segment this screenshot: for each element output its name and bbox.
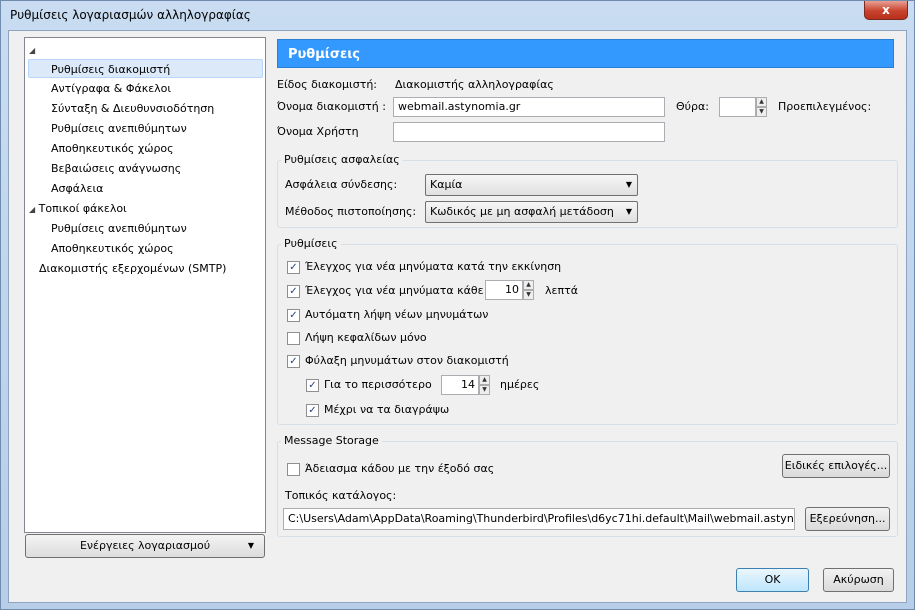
auth-method-value: Κωδικός με μη ασφαλή μετάδοση (430, 205, 614, 218)
empty-trash-label: Άδειασμα κάδου με την έξοδό σας (305, 462, 495, 475)
check-interval-field[interactable]: 10 (485, 280, 523, 300)
account-actions-label: Ενέργειες λογαριασμού (79, 539, 211, 552)
until-delete-checkbox[interactable]: ✓ (306, 404, 319, 417)
expand-twisty-icon[interactable]: ◢ (29, 46, 35, 55)
dropdown-arrow-icon: ▼ (625, 207, 632, 216)
connection-security-value: Καμία (430, 178, 463, 191)
days-spinner[interactable]: ▲ ▼ (479, 375, 490, 395)
days-unit-label: ημέρες (500, 378, 540, 391)
connection-security-label: Ασφάλεια σύνδεσης: (285, 178, 398, 191)
port-field[interactable] (719, 97, 756, 117)
server-name-field[interactable]: webmail.astynomia.gr (393, 97, 665, 117)
tree-item-label: Ασφάλεια (51, 182, 104, 195)
tree-item-local-folders[interactable]: ◢ Τοπικοί φάκελοι (29, 199, 127, 218)
spin-up-icon[interactable]: ▲ (523, 280, 534, 290)
panel-header: Ρυθμίσεις (277, 39, 894, 68)
title-bar: Ρυθμίσεις λογαριασμών αλληλογραφίας x (1, 1, 914, 29)
account-tree[interactable]: ◢ Ρυθμίσεις διακομιστή Αντίγραφα & Φάκελ… (24, 37, 266, 533)
tree-root[interactable]: ◢ (29, 40, 35, 59)
tree-item-server-settings[interactable]: Ρυθμίσεις διακομιστή (28, 59, 263, 78)
local-directory-label: Τοπικός κατάλογος: (285, 489, 397, 502)
tree-item-copies-folders[interactable]: Αντίγραφα & Φάκελοι (51, 79, 171, 98)
port-spinner[interactable]: ▲ ▼ (756, 97, 767, 117)
headers-only-label: Λήψη κεφαλίδων μόνο (305, 331, 427, 344)
tree-item-composition[interactable]: Σύνταξη & Διευθυνσιοδότηση (51, 99, 214, 118)
settings-group-title: Ρυθμίσεις (281, 237, 341, 250)
account-actions-button[interactable]: Ενέργειες λογαριασμού ▼ (25, 534, 265, 558)
check-interval-spinner[interactable]: ▲ ▼ (523, 280, 534, 300)
dialog-window: Ρυθμίσεις λογαριασμών αλληλογραφίας x ◢ … (0, 0, 915, 610)
days-field[interactable]: 14 (441, 375, 479, 395)
ok-button[interactable]: OK (736, 568, 809, 592)
close-button[interactable]: x (864, 1, 908, 20)
leave-on-server-label: Φύλαξη μηνυμάτων στον διακομιστή (305, 354, 509, 367)
tree-item-label: Ρυθμίσεις ανεπιθύμητων (51, 122, 187, 135)
expand-twisty-icon[interactable]: ◢ (29, 205, 35, 214)
cancel-button[interactable]: Ακύρωση (823, 568, 894, 592)
message-storage-title: Message Storage (281, 434, 382, 447)
tree-item-label: Αποθηκευτικός χώρος (51, 242, 174, 255)
server-type-label: Είδος διακομιστή: (277, 78, 377, 91)
window-title: Ρυθμίσεις λογαριασμών αλληλογραφίας (10, 8, 251, 22)
browse-button[interactable]: Εξερεύνηση... (805, 507, 890, 531)
check-startup-label: Έλεγχος για νέα μηνύματα κατά την εκκίνη… (305, 260, 562, 273)
tree-item-smtp[interactable]: Διακομιστής εξερχομένων (SMTP) (39, 259, 226, 278)
tree-item-label: Αποθηκευτικός χώρος (51, 142, 174, 155)
default-port-label: Προεπιλεγμένος: (778, 100, 872, 113)
advanced-options-button[interactable]: Ειδικές επιλογές... (782, 454, 890, 478)
tree-item-label: Αντίγραφα & Φάκελοι (51, 82, 172, 95)
tree-item-label: Ρυθμίσεις διακομιστή (51, 63, 171, 76)
username-label: Όνομα Χρήστη (277, 125, 359, 138)
tree-item-label: Βεβαιώσεις ανάγνωσης (51, 162, 182, 175)
auto-download-checkbox[interactable]: ✓ (287, 309, 300, 322)
dropdown-arrow-icon: ▼ (247, 541, 254, 550)
check-every-checkbox[interactable]: ✓ (287, 285, 300, 298)
port-label: Θύρα: (676, 100, 709, 113)
tree-item-label: Τοπικοί φάκελοι (38, 202, 127, 215)
tree-item-label: Σύνταξη & Διευθυνσιοδότηση (51, 102, 215, 115)
server-type-value: Διακομιστής αλληλογραφίας (395, 78, 554, 91)
local-directory-field[interactable]: C:\Users\Adam\AppData\Roaming\Thunderbir… (283, 508, 795, 530)
tree-item-local-disk-space[interactable]: Αποθηκευτικός χώρος (51, 239, 174, 258)
tree-item-label: Ρυθμίσεις ανεπιθύμητων (51, 222, 187, 235)
auth-method-select[interactable]: Κωδικός με μη ασφαλή μετάδοση ▼ (425, 201, 638, 223)
empty-trash-checkbox[interactable] (287, 463, 300, 476)
auth-method-label: Μέθοδος πιστοποίησης: (285, 205, 417, 218)
at-most-label: Για το περισσότερο (324, 378, 432, 391)
connection-security-select[interactable]: Καμία ▼ (425, 174, 638, 196)
auto-download-label: Αυτόματη λήψη νέων μηνυμάτων (305, 308, 489, 321)
spin-down-icon[interactable]: ▼ (523, 290, 534, 300)
tree-item-local-junk-settings[interactable]: Ρυθμίσεις ανεπιθύμητων (51, 219, 187, 238)
tree-item-security[interactable]: Ασφάλεια (51, 179, 103, 198)
check-every-label: Έλεγχος για νέα μηνύματα κάθε (305, 284, 484, 297)
username-field[interactable] (393, 122, 665, 142)
spin-up-icon[interactable]: ▲ (756, 97, 767, 107)
tree-item-junk-settings[interactable]: Ρυθμίσεις ανεπιθύμητων (51, 119, 187, 138)
tree-item-disk-space[interactable]: Αποθηκευτικός χώρος (51, 139, 174, 158)
headers-only-checkbox[interactable] (287, 332, 300, 345)
security-group-title: Ρυθμίσεις ασφαλείας (281, 153, 403, 166)
dropdown-arrow-icon: ▼ (625, 180, 632, 189)
dialog-client: ◢ Ρυθμίσεις διακομιστή Αντίγραφα & Φάκελ… (8, 30, 907, 603)
until-delete-label: Μέχρι να τα διαγράψω (324, 403, 450, 416)
spin-down-icon[interactable]: ▼ (756, 107, 767, 117)
at-most-checkbox[interactable]: ✓ (306, 379, 319, 392)
tree-item-label: Διακομιστής εξερχομένων (SMTP) (39, 262, 227, 275)
minutes-unit-label: λεπτά (545, 284, 578, 297)
spin-up-icon[interactable]: ▲ (479, 375, 490, 385)
server-name-label: Όνομα διακομιστή : (277, 100, 386, 113)
check-startup-checkbox[interactable]: ✓ (287, 261, 300, 274)
spin-down-icon[interactable]: ▼ (479, 385, 490, 395)
leave-on-server-checkbox[interactable]: ✓ (287, 355, 300, 368)
tree-item-return-receipts[interactable]: Βεβαιώσεις ανάγνωσης (51, 159, 181, 178)
